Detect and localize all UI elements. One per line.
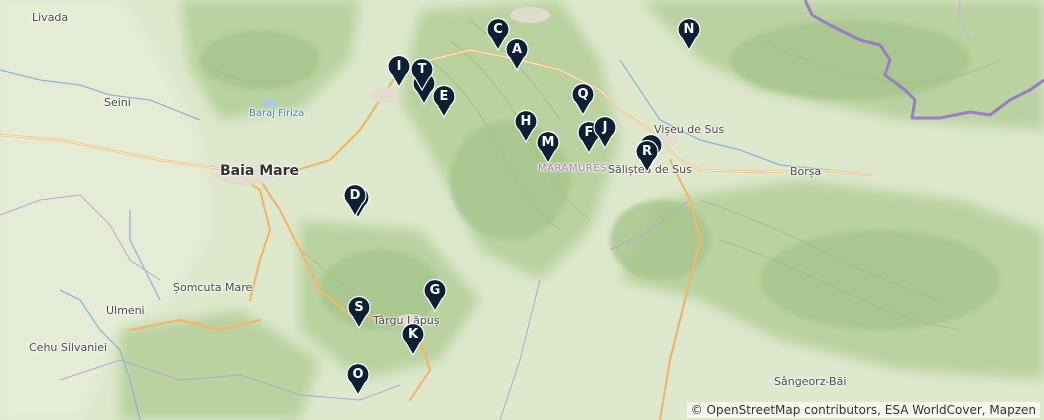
place-label-ulmeni: Ulmeni bbox=[106, 304, 145, 317]
map-marker-q[interactable]: Q bbox=[570, 82, 596, 116]
place-label-somcuta-mare: Șomcuta Mare bbox=[173, 281, 253, 294]
map-marker-t[interactable]: T bbox=[409, 57, 435, 91]
marker-label: R bbox=[641, 144, 652, 159]
place-label-livada: Livada bbox=[32, 11, 69, 24]
marker-label: K bbox=[407, 327, 419, 342]
marker-label: H bbox=[520, 114, 532, 129]
place-label-baraj-firiza: Baraj Firiza bbox=[249, 108, 305, 119]
place-label-cehu-silvaniei: Cehu Silvaniei bbox=[29, 341, 108, 354]
marker-label: O bbox=[352, 367, 364, 382]
marker-label: N bbox=[683, 22, 695, 37]
map-marker-n[interactable]: N bbox=[676, 17, 702, 51]
map-marker-o[interactable]: O bbox=[345, 362, 371, 396]
map-marker-d[interactable]: D bbox=[342, 183, 368, 217]
place-label-baia-mare: Baia Mare bbox=[220, 163, 300, 179]
marker-label: T bbox=[417, 62, 427, 77]
place-label-sangeorz-bai: Sângeorz-Băi bbox=[774, 375, 847, 388]
map-marker-c[interactable]: C bbox=[485, 17, 511, 51]
map-marker-r[interactable]: R bbox=[634, 139, 660, 173]
marker-label: Q bbox=[577, 87, 589, 102]
marker-label: M bbox=[541, 135, 555, 150]
map-marker-k[interactable]: K bbox=[400, 322, 426, 356]
map[interactable]: Livada Seini Baraj Firiza Baia Mare MARA… bbox=[0, 0, 1044, 420]
place-label-viseu-de-sus: Vișeu de Sus bbox=[654, 123, 725, 136]
marker-label: J bbox=[602, 120, 608, 135]
place-label-maramures: MARAMUREȘ bbox=[538, 163, 607, 174]
map-attribution[interactable]: © OpenStreetMap contributors, ESA WorldC… bbox=[686, 402, 1040, 418]
map-marker-s[interactable]: S bbox=[346, 295, 372, 329]
marker-label: D bbox=[349, 188, 361, 203]
map-marker-g[interactable]: G bbox=[422, 278, 448, 312]
place-label-borsa: Borșa bbox=[790, 165, 822, 178]
marker-label: G bbox=[429, 283, 441, 298]
map-marker-j[interactable]: J bbox=[592, 115, 618, 149]
map-marker-m[interactable]: M bbox=[535, 130, 561, 164]
place-label-seini: Seini bbox=[104, 96, 131, 109]
marker-label: S bbox=[354, 300, 364, 315]
marker-label: C bbox=[493, 22, 503, 37]
